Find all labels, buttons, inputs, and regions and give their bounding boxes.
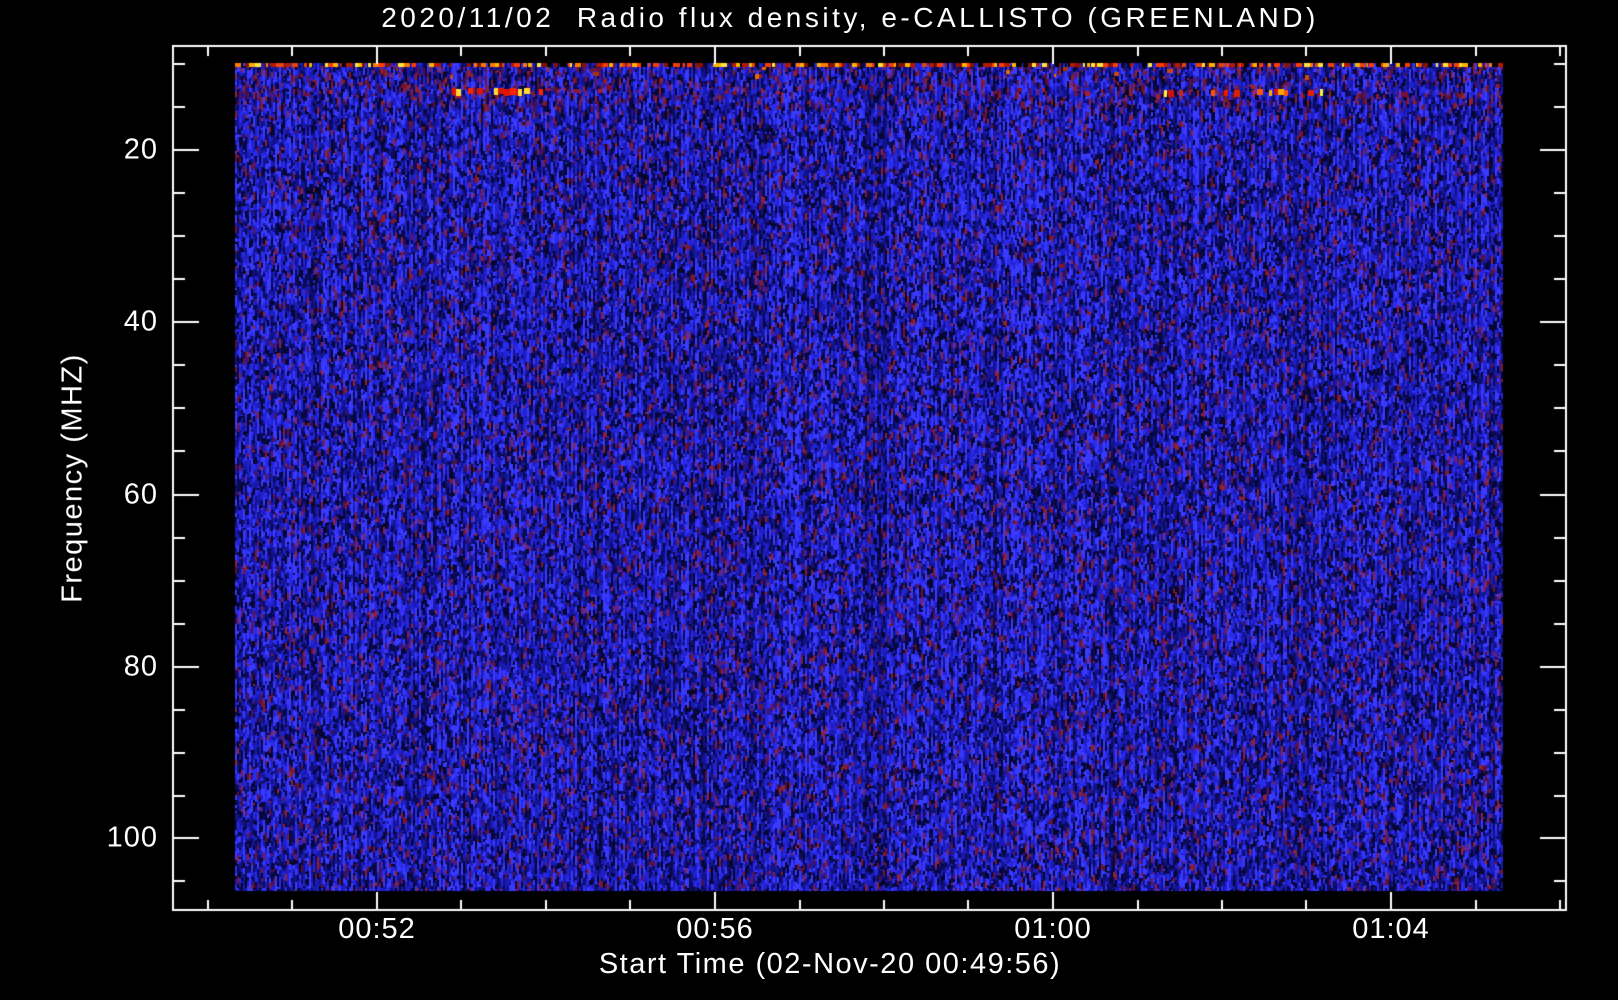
y-tick-label: 60 (123, 478, 158, 511)
x-tick-label: 00:52 (338, 913, 416, 945)
x-axis-title: Start Time (02-Nov-20 00:49:56) (598, 948, 1062, 980)
plot-title: 2020/11/02 Radio flux density, e-CALLIST… (381, 2, 1319, 33)
x-tick-label: 01:00 (1014, 913, 1092, 945)
y-tick-label: 80 (123, 650, 158, 683)
x-tick-label: 01:04 (1352, 913, 1430, 945)
y-tick-label: 20 (123, 133, 158, 166)
spectrogram-canvas (0, 0, 1618, 1000)
spectrogram-screen: 2020/11/02 Radio flux density, e-CALLIST… (0, 0, 1618, 1000)
y-tick-label: 100 (106, 821, 158, 854)
y-tick-label: 40 (123, 305, 158, 338)
x-tick-label: 00:56 (676, 913, 754, 945)
